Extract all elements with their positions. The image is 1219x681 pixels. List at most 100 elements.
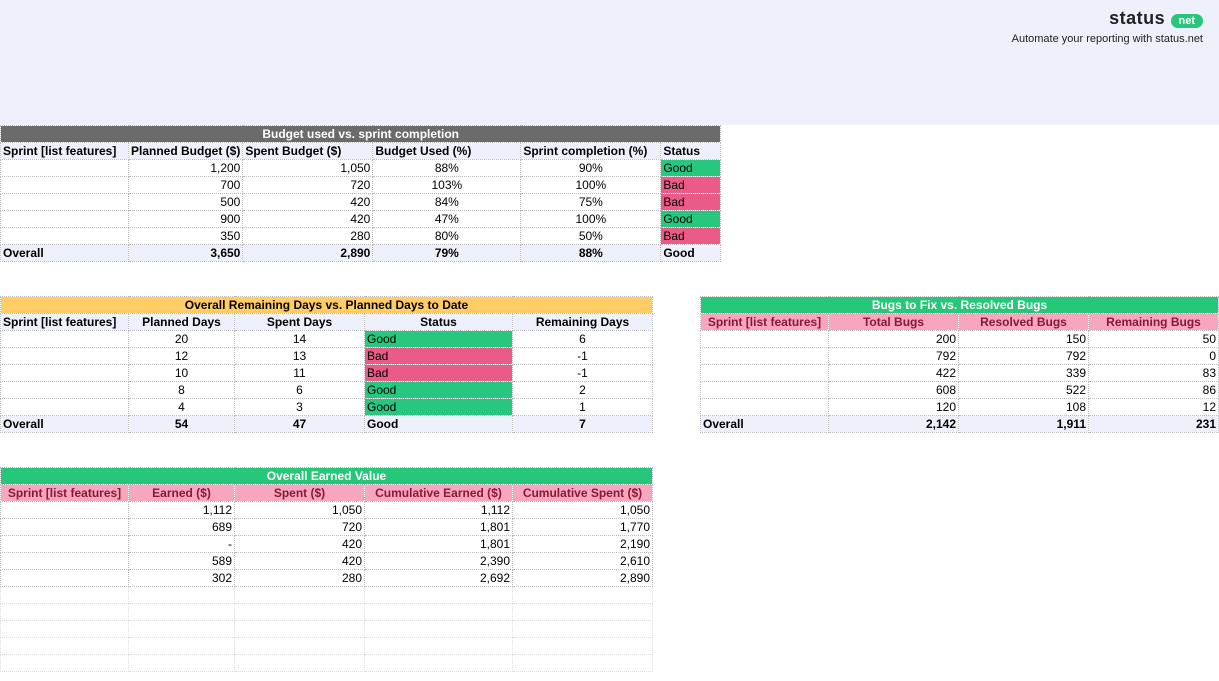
cell-sprint[interactable] — [1, 348, 129, 365]
cell-spent[interactable]: 280 — [243, 228, 373, 245]
cell-cearned[interactable]: 2,692 — [365, 570, 513, 587]
cell-status[interactable]: Bad — [661, 228, 721, 245]
cell-resolved[interactable]: 522 — [959, 382, 1089, 399]
cell-planned[interactable]: 900 — [129, 211, 243, 228]
cell-status[interactable]: Bad — [365, 365, 513, 382]
cell-total[interactable]: 422 — [829, 365, 959, 382]
cell-remaining[interactable]: -1 — [513, 365, 653, 382]
cell-planned[interactable]: 20 — [129, 331, 235, 348]
cell-spent[interactable]: 3 — [235, 399, 365, 416]
cell-sprint[interactable] — [1, 519, 129, 536]
cell-earned[interactable]: - — [129, 536, 235, 553]
cell-completion[interactable]: 50% — [521, 228, 661, 245]
cell-spent[interactable]: 11 — [235, 365, 365, 382]
cell-used[interactable]: 84% — [373, 194, 521, 211]
cell-sprint[interactable] — [1, 177, 129, 194]
cell-resolved[interactable]: 792 — [959, 348, 1089, 365]
cell-total[interactable]: 120 — [829, 399, 959, 416]
cell-status[interactable]: Good — [661, 211, 721, 228]
cell-cspent[interactable]: 1,770 — [513, 519, 653, 536]
cell-earned[interactable]: 589 — [129, 553, 235, 570]
cell-resolved[interactable]: 150 — [959, 331, 1089, 348]
cell-planned[interactable]: 700 — [129, 177, 243, 194]
cell-completion[interactable]: 75% — [521, 194, 661, 211]
cell-total[interactable]: 200 — [829, 331, 959, 348]
cell-cspent[interactable]: 2,890 — [513, 570, 653, 587]
cell-status[interactable]: Good — [365, 331, 513, 348]
cell-total[interactable]: 608 — [829, 382, 959, 399]
cell-spent[interactable]: 13 — [235, 348, 365, 365]
cell-planned[interactable]: 10 — [129, 365, 235, 382]
cell-remaining[interactable]: 50 — [1089, 331, 1219, 348]
cell-planned[interactable]: 12 — [129, 348, 235, 365]
cell-cearned[interactable]: 2,390 — [365, 553, 513, 570]
cell-used[interactable]: 103% — [373, 177, 521, 194]
cell-sprint[interactable] — [701, 399, 829, 416]
cell-sprint[interactable] — [1, 399, 129, 416]
cell-spent[interactable]: 420 — [243, 194, 373, 211]
cell-planned[interactable]: 500 — [129, 194, 243, 211]
cell-spent[interactable]: 420 — [243, 211, 373, 228]
cell-total[interactable]: 792 — [829, 348, 959, 365]
cell-sprint[interactable] — [1, 331, 129, 348]
cell-sprint[interactable] — [1, 502, 129, 519]
cell-remaining[interactable]: 83 — [1089, 365, 1219, 382]
cell-resolved[interactable]: 108 — [959, 399, 1089, 416]
cell-sprint[interactable] — [1, 553, 129, 570]
cell-spent[interactable]: 6 — [235, 382, 365, 399]
cell-status[interactable]: Good — [365, 399, 513, 416]
cell-earned[interactable]: 1,112 — [129, 502, 235, 519]
cell-remaining[interactable]: 1 — [513, 399, 653, 416]
cell-cspent[interactable]: 2,610 — [513, 553, 653, 570]
cell-remaining[interactable]: -1 — [513, 348, 653, 365]
cell-cearned[interactable]: 1,112 — [365, 502, 513, 519]
cell-sprint[interactable] — [1, 365, 129, 382]
cell-remaining[interactable]: 0 — [1089, 348, 1219, 365]
cell-completion[interactable]: 100% — [521, 177, 661, 194]
cell-earned[interactable]: 689 — [129, 519, 235, 536]
cell-completion[interactable]: 90% — [521, 160, 661, 177]
cell-sprint[interactable] — [701, 331, 829, 348]
cell-spent[interactable]: 280 — [235, 570, 365, 587]
cell-cspent[interactable]: 1,050 — [513, 502, 653, 519]
cell-remaining[interactable]: 2 — [513, 382, 653, 399]
cell-remaining[interactable]: 12 — [1089, 399, 1219, 416]
cell-spent[interactable]: 420 — [235, 536, 365, 553]
cell-sprint[interactable] — [701, 348, 829, 365]
cell-sprint[interactable] — [1, 536, 129, 553]
cell-cearned[interactable]: 1,801 — [365, 519, 513, 536]
cell-sprint[interactable] — [701, 382, 829, 399]
cell-completion[interactable]: 100% — [521, 211, 661, 228]
cell-status[interactable]: Bad — [365, 348, 513, 365]
cell-status[interactable]: Good — [365, 382, 513, 399]
cell-spent[interactable]: 1,050 — [243, 160, 373, 177]
cell-planned[interactable]: 350 — [129, 228, 243, 245]
cell-planned[interactable]: 1,200 — [129, 160, 243, 177]
cell-cearned[interactable]: 1,801 — [365, 536, 513, 553]
cell-used[interactable]: 80% — [373, 228, 521, 245]
cell-sprint[interactable] — [1, 228, 129, 245]
cell-status[interactable]: Good — [661, 160, 721, 177]
cell-remaining[interactable]: 86 — [1089, 382, 1219, 399]
cell-sprint[interactable] — [1, 160, 129, 177]
cell-remaining[interactable]: 6 — [513, 331, 653, 348]
cell-cspent[interactable]: 2,190 — [513, 536, 653, 553]
cell-spent[interactable]: 720 — [243, 177, 373, 194]
cell-spent[interactable]: 1,050 — [235, 502, 365, 519]
cell-sprint[interactable] — [1, 570, 129, 587]
cell-planned[interactable]: 4 — [129, 399, 235, 416]
cell-spent[interactable]: 720 — [235, 519, 365, 536]
cell-status[interactable]: Bad — [661, 177, 721, 194]
cell-used[interactable]: 47% — [373, 211, 521, 228]
cell-sprint[interactable] — [1, 194, 129, 211]
cell-sprint[interactable] — [1, 382, 129, 399]
cell-resolved[interactable]: 339 — [959, 365, 1089, 382]
cell-spent[interactable]: 14 — [235, 331, 365, 348]
cell-status[interactable]: Bad — [661, 194, 721, 211]
cell-sprint[interactable] — [1, 211, 129, 228]
cell-earned[interactable]: 302 — [129, 570, 235, 587]
cell-spent[interactable]: 420 — [235, 553, 365, 570]
cell-used[interactable]: 88% — [373, 160, 521, 177]
cell-planned[interactable]: 8 — [129, 382, 235, 399]
cell-sprint[interactable] — [701, 365, 829, 382]
